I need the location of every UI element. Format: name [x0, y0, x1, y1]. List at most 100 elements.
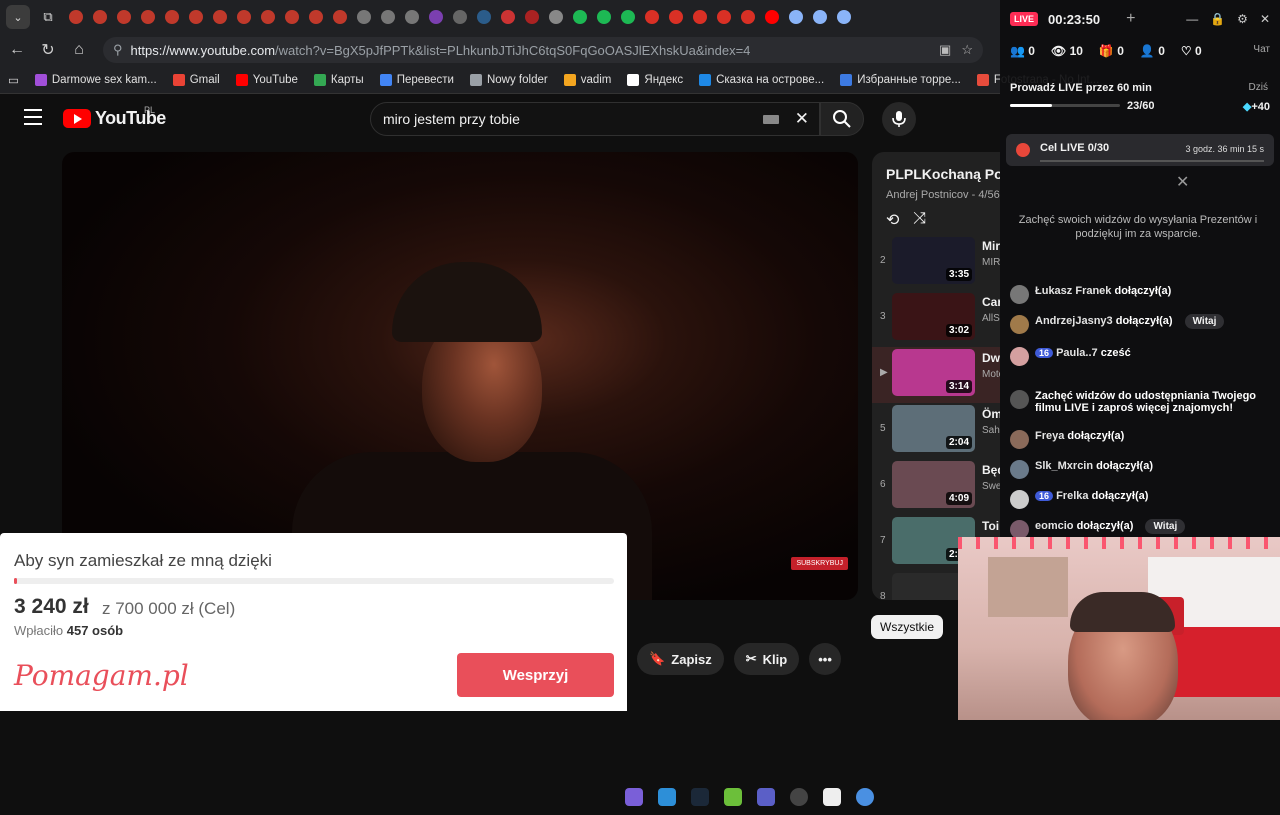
browser-tab[interactable] — [69, 10, 83, 24]
browser-tab[interactable] — [429, 10, 443, 24]
install-app-icon[interactable]: ▣ — [939, 42, 951, 58]
browser-tab[interactable] — [549, 10, 563, 24]
chat-avatar[interactable] — [1010, 347, 1029, 366]
bookmark-item[interactable]: vadim — [556, 73, 620, 86]
taskbar-game-icon[interactable] — [724, 788, 742, 806]
browser-tab[interactable] — [381, 10, 395, 24]
welcome-button[interactable]: Witaj — [1184, 314, 1225, 329]
browser-tab[interactable] — [453, 10, 467, 24]
bookmark-star-icon[interactable]: ☆ — [961, 42, 973, 58]
voice-search-button[interactable] — [882, 102, 916, 136]
home-button[interactable]: ⌂ — [65, 36, 93, 64]
browser-tab[interactable] — [165, 10, 179, 24]
minimize-icon[interactable]: — — [1186, 12, 1198, 26]
browser-tab[interactable] — [261, 10, 275, 24]
browser-tab[interactable] — [597, 10, 611, 24]
chat-avatar[interactable] — [1010, 460, 1029, 479]
chat-avatar[interactable] — [1010, 390, 1029, 409]
chat-avatar[interactable] — [1010, 490, 1029, 509]
taskbar-teams-icon[interactable] — [757, 788, 775, 806]
bookmark-item[interactable]: Перевести — [372, 73, 462, 86]
chat-avatar[interactable] — [1010, 315, 1029, 334]
close-tip-icon[interactable]: ✕ — [1176, 172, 1189, 192]
lock-icon[interactable]: 🔒 — [1210, 12, 1225, 26]
browser-tab[interactable] — [741, 10, 755, 24]
url-input[interactable]: ⚲ https://www.youtube.com/watch?v=BgX5pJ… — [103, 37, 983, 63]
shuffle-icon[interactable]: ⤨ — [913, 210, 926, 230]
close-icon[interactable]: ✕ — [1260, 12, 1270, 26]
chat-username[interactable]: Paula..7 — [1056, 347, 1098, 359]
welcome-button[interactable]: Witaj — [1145, 519, 1186, 534]
video-subscribe-badge[interactable]: SUBSKRYBUJ — [791, 557, 848, 570]
bookmark-item[interactable]: Избранные торре... — [832, 73, 969, 86]
browser-tab[interactable] — [285, 10, 299, 24]
playlist-item[interactable]: 6 4:09 Będziesz Silna Sweet Music — [872, 459, 1000, 515]
browser-tab[interactable] — [333, 10, 347, 24]
chat-username[interactable]: eomcio — [1035, 520, 1074, 532]
browser-tab[interactable] — [357, 10, 371, 24]
bookmarks-apps-icon[interactable]: ▭ — [0, 73, 27, 87]
settings-icon[interactable]: ⚙ — [1237, 12, 1248, 26]
browser-tab[interactable] — [837, 10, 851, 24]
browser-tab[interactable] — [573, 10, 587, 24]
bookmark-item[interactable]: YouTube — [228, 73, 306, 86]
playlist-item[interactable]: 3 3:02 Canalia - 11:11 AllSideRecordCompany — [872, 291, 1000, 347]
clip-button[interactable]: ✂ Klip — [733, 643, 800, 675]
browser-tab[interactable] — [789, 10, 803, 24]
loop-icon[interactable]: ⟲ — [886, 210, 899, 230]
search-input[interactable]: miro jestem przy tobie ✕ — [370, 102, 820, 136]
playlist-item[interactable]: ▶ 3:14 Dwie Twarze - Official Music Video M… — [872, 347, 1000, 403]
chat-username[interactable]: Frelka — [1056, 490, 1088, 502]
browser-tab[interactable] — [141, 10, 155, 24]
live-goal-card[interactable]: Cel LIVE 0/30 3 godz. 36 min 15 s — [1006, 134, 1274, 166]
browser-tab[interactable] — [813, 10, 827, 24]
youtube-logo[interactable]: YouTube PL — [63, 105, 166, 129]
keyboard-icon[interactable] — [763, 114, 779, 124]
chat-username[interactable]: Freya — [1035, 430, 1064, 442]
bookmark-item[interactable]: Яндекс — [619, 73, 691, 86]
browser-tab[interactable] — [213, 10, 227, 24]
playlist-item[interactable]: 5 2:04 Ömrüm Versiya Sahzad — [872, 403, 1000, 459]
clear-search-icon[interactable]: ✕ — [795, 109, 809, 129]
bookmark-item[interactable]: Darmowe sex kam... — [27, 73, 165, 86]
browser-tab[interactable] — [117, 10, 131, 24]
browser-tab[interactable] — [237, 10, 251, 24]
browser-tab[interactable] — [621, 10, 635, 24]
playlist-title[interactable]: PLPLKochaną Polska PLPL — [886, 166, 1000, 182]
browser-tab[interactable] — [405, 10, 419, 24]
browser-tab[interactable] — [501, 10, 515, 24]
bookmark-item[interactable]: Gmail — [165, 73, 228, 86]
new-tab-icon[interactable]: + — [1126, 10, 1135, 28]
browser-tab[interactable] — [717, 10, 731, 24]
taskbar-file-icon[interactable] — [823, 788, 841, 806]
taskbar-clock-icon[interactable] — [790, 788, 808, 806]
save-button[interactable]: 🔖 Zapisz — [637, 643, 724, 675]
chip-all[interactable]: Wszystkie — [871, 615, 943, 639]
browser-tab[interactable] — [693, 10, 707, 24]
browser-tab[interactable] — [669, 10, 683, 24]
bookmark-item[interactable]: Сказка на острове... — [691, 73, 832, 86]
browser-tab[interactable] — [93, 10, 107, 24]
support-button[interactable]: Wesprzyj — [457, 653, 614, 697]
taskbar-browser-icon[interactable] — [856, 788, 874, 806]
playlist-item[interactable]: 2 3:35 Miro - Jestem Przy Tobie MIRO — [872, 235, 1000, 291]
reload-button[interactable]: ↻ — [34, 36, 62, 64]
bookmark-item[interactable]: Карты — [306, 73, 372, 86]
bookmark-item[interactable]: Nowy folder — [462, 73, 556, 86]
browser-tab[interactable] — [477, 10, 491, 24]
more-actions-button[interactable]: ••• — [809, 643, 841, 675]
browser-tab[interactable] — [645, 10, 659, 24]
taskbar-steam-icon[interactable] — [691, 788, 709, 806]
search-button[interactable] — [820, 102, 864, 136]
chat-username[interactable]: Slk_Mxrcin — [1035, 460, 1093, 472]
chat-link[interactable]: Чат — [1253, 44, 1270, 55]
chat-username[interactable]: Łukasz Franek — [1035, 285, 1111, 297]
browser-tab[interactable] — [525, 10, 539, 24]
hamburger-menu-icon[interactable] — [24, 109, 42, 125]
taskbar-app-icon[interactable] — [625, 788, 643, 806]
tab-list-button[interactable]: ⌄ — [6, 5, 30, 29]
chat-avatar[interactable] — [1010, 430, 1029, 449]
back-button[interactable]: ← — [3, 36, 31, 64]
chat-username[interactable]: AndrzejJasny3 — [1035, 315, 1113, 327]
browser-tab[interactable] — [189, 10, 203, 24]
